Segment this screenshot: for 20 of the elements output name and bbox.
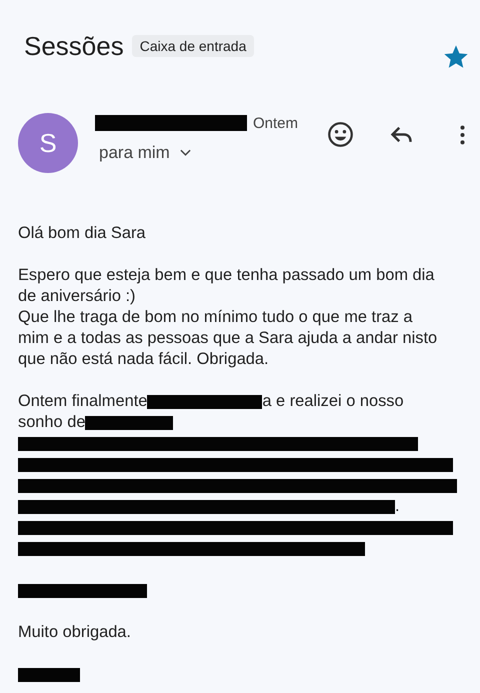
body-text: de aniversário :) [18, 287, 136, 306]
avatar: S [18, 113, 78, 173]
body-text: Espero que esteja bem e que tenha passado um bom dia [18, 266, 434, 285]
body-text: Que lhe traga de bom no mínimo tudo o que me traz a [18, 308, 413, 327]
caret-icon [180, 149, 191, 157]
emoji-icon[interactable] [327, 121, 354, 148]
more-icon[interactable] [459, 124, 466, 146]
label-chip[interactable]: Caixa de entrada [132, 35, 254, 57]
body-text: mim e a todas as pessoas que a Sara ajuda a andar nisto [18, 329, 438, 348]
subject-title: Sessões [24, 30, 124, 62]
body-text: Ontem finalmente [18, 392, 148, 411]
body-text: que não está nada fácil. Obrigada. [18, 350, 269, 369]
body-text: sonho de [18, 413, 86, 432]
body-text: a e realizei o nosso [262, 392, 404, 411]
body-text: . [395, 497, 400, 516]
redaction-bar [18, 668, 80, 682]
message-date: Ontem [253, 114, 298, 132]
recipient-toggle[interactable]: para mim [99, 143, 191, 163]
body-text: Olá bom dia Sara [18, 224, 146, 243]
body-text: Muito obrigada. [18, 623, 131, 642]
